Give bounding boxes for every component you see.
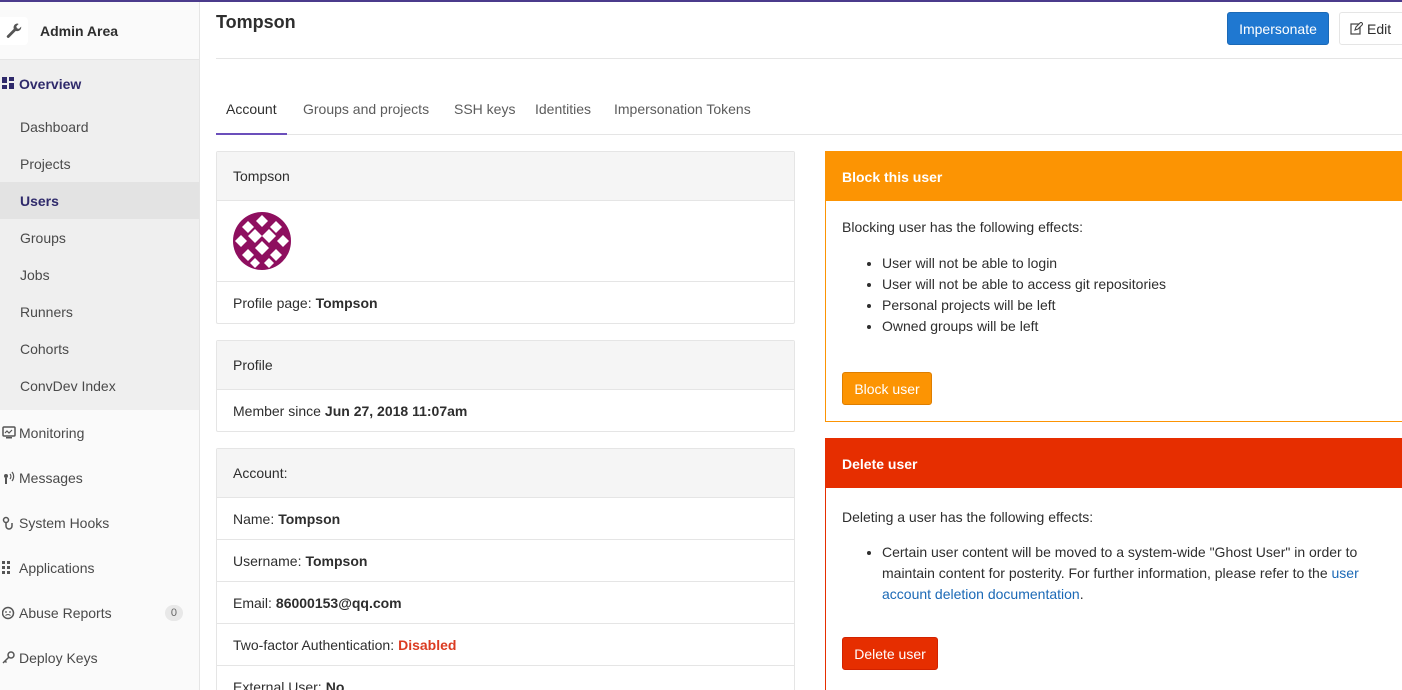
profile-page-label: Profile page: [233, 294, 312, 311]
sidebar-title: Admin Area [40, 22, 119, 39]
account-name-value: Tompson [278, 510, 341, 527]
account-row-two-factor: Two-factor Authentication: Disabled [217, 624, 794, 666]
user-tabs: Account Groups and projects SSH keys Ide… [216, 84, 1402, 135]
sidebar-item-applications[interactable]: Applications [0, 545, 199, 590]
sidebar-item-convdev-index[interactable]: ConvDev Index [0, 367, 199, 404]
delete-user-intro: Deleting a user has the following effect… [842, 509, 1094, 525]
block-effect-item: User will not be able to login [882, 253, 1166, 274]
member-since-label: Member since [233, 402, 321, 419]
sidebar-item-abuse-reports-label: Abuse Reports [19, 604, 112, 621]
sidebar-item-runners[interactable]: Runners [0, 293, 199, 330]
impersonate-button[interactable]: Impersonate [1227, 12, 1329, 45]
sidebar-header[interactable]: Admin Area [0, 2, 199, 60]
delete-user-card: Delete user Deleting a user has the foll… [825, 438, 1402, 690]
block-effect-item: Personal projects will be left [882, 295, 1166, 316]
sidebar-item-overview-label: Overview [19, 76, 82, 92]
account-card-header: Account: [217, 449, 794, 498]
two-factor-label: Two-factor Authentication: [233, 636, 395, 653]
sidebar-item-projects[interactable]: Projects [0, 145, 199, 182]
sidebar-item-applications-label: Applications [19, 559, 95, 576]
external-user-value: No [325, 679, 345, 690]
account-username-label: Username: [233, 552, 302, 569]
account-card: Account: Name: Tompson Username: Tompson… [216, 448, 795, 690]
grid-icon [2, 560, 16, 575]
page-title: Tompson [216, 12, 296, 32]
delete-effects-list: Certain user content will be moved to a … [882, 542, 1402, 605]
block-effect-item: Owned groups will be left [882, 316, 1166, 337]
external-user-label: External User: [233, 679, 322, 690]
broadcast-icon [2, 471, 16, 485]
tab-account[interactable]: Account [216, 84, 287, 135]
account-username-value: Tompson [305, 552, 368, 569]
admin-sidebar: Admin Area Overview Dashboard Projects U… [0, 2, 200, 690]
sidebar-item-deploy-keys-label: Deploy Keys [19, 649, 98, 666]
tab-ssh-keys[interactable]: SSH keys [444, 84, 525, 134]
abuse-icon [1, 606, 16, 620]
sidebar-item-messages-label: Messages [19, 469, 83, 486]
docs-link-user[interactable]: user [1332, 565, 1359, 581]
monitor-icon [2, 425, 16, 440]
overview-icon [2, 77, 16, 91]
sidebar-item-jobs[interactable]: Jobs [0, 256, 199, 293]
account-row-name: Name: Tompson [217, 498, 794, 540]
delete-effect-line1: Certain user content will be moved to a … [882, 544, 1358, 560]
title-divider [216, 58, 1402, 59]
tab-identities[interactable]: Identities [525, 84, 601, 134]
sidebar-item-deploy-keys[interactable]: Deploy Keys [0, 635, 199, 680]
sidebar-overview-section: Overview Dashboard Projects Users Groups… [0, 60, 199, 410]
block-effect-item: User will not be able to access git repo… [882, 274, 1166, 295]
block-user-intro: Blocking user has the following effects: [842, 219, 1083, 235]
account-row-username: Username: Tompson [217, 540, 794, 582]
edit-icon [1350, 22, 1363, 35]
profile-page-row: Profile page: Tompson [217, 282, 794, 323]
sidebar-item-system-hooks[interactable]: System Hooks [0, 500, 199, 545]
member-since-row: Member since Jun 27, 2018 11:07am [217, 390, 794, 431]
tab-impersonation-tokens[interactable]: Impersonation Tokens [604, 84, 761, 134]
account-deletion-docs-link[interactable]: account deletion documentation [882, 586, 1080, 602]
user-card: Tompson Profile page: Tompson [216, 151, 795, 324]
profile-card-header: Profile [217, 341, 794, 390]
wrench-icon [0, 16, 28, 45]
sidebar-item-users[interactable]: Users [0, 182, 199, 219]
sidebar-item-abuse-reports[interactable]: Abuse Reports 0 [0, 590, 199, 635]
account-email-value: 86000153@qq.com [275, 594, 402, 611]
sidebar-item-monitoring-label: Monitoring [19, 424, 85, 441]
delete-effect-end: . [1079, 586, 1084, 602]
profile-page-value: Tompson [315, 294, 378, 311]
profile-card: Profile Member since Jun 27, 2018 11:07a… [216, 340, 795, 432]
main-content: Tompson Impersonate Edit Account Groups … [216, 2, 1402, 690]
account-name-label: Name: [233, 510, 275, 527]
delete-effect-item: Certain user content will be moved to a … [882, 542, 1402, 605]
member-since-value: Jun 27, 2018 11:07am [324, 402, 468, 419]
user-card-header: Tompson [217, 152, 794, 201]
account-email-label: Email: [233, 594, 272, 611]
hook-icon [2, 516, 16, 530]
edit-button-label: Edit [1367, 20, 1392, 37]
sidebar-item-cohorts[interactable]: Cohorts [0, 330, 199, 367]
key-icon [2, 650, 16, 665]
delete-user-button[interactable]: Delete user [842, 637, 938, 670]
edit-button[interactable]: Edit [1339, 12, 1402, 45]
sidebar-item-groups[interactable]: Groups [0, 219, 199, 256]
delete-effect-line2: maintain content for posterity. For furt… [882, 565, 1328, 581]
account-row-external-user: External User: No [217, 666, 794, 690]
block-user-card: Block this user Blocking user has the fo… [825, 151, 1402, 422]
block-user-card-header: Block this user [826, 152, 1402, 201]
block-effects-list: User will not be able to login User will… [882, 253, 1166, 337]
sidebar-item-overview[interactable]: Overview [0, 60, 199, 108]
sidebar-item-monitoring[interactable]: Monitoring [0, 410, 199, 455]
block-user-button[interactable]: Block user [842, 372, 932, 405]
avatar [233, 212, 291, 270]
account-row-email: Email: 86000153@qq.com [217, 582, 794, 624]
avatar-row [217, 201, 794, 282]
sidebar-item-messages[interactable]: Messages [0, 455, 199, 500]
delete-user-card-header: Delete user [826, 439, 1402, 488]
abuse-reports-count-badge: 0 [164, 604, 183, 621]
sidebar-item-system-hooks-label: System Hooks [19, 514, 110, 531]
two-factor-status: Disabled [398, 636, 457, 653]
sidebar-item-dashboard[interactable]: Dashboard [0, 108, 199, 145]
tab-groups-and-projects[interactable]: Groups and projects [293, 84, 439, 134]
